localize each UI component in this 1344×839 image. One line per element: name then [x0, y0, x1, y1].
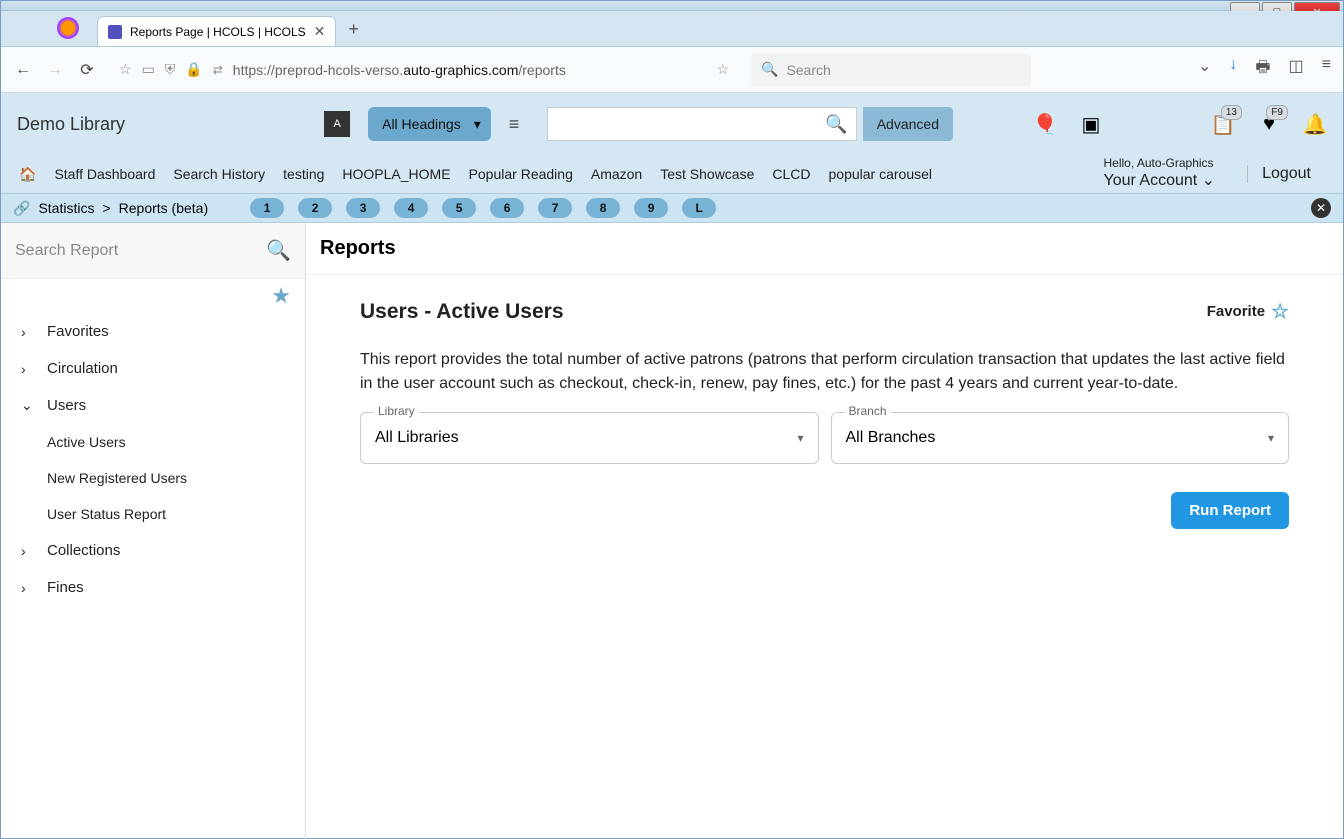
chevron-right-icon: › [21, 580, 33, 596]
pill[interactable]: 5 [442, 198, 476, 218]
search-icon: 🔍 [761, 61, 778, 78]
library-filter[interactable]: Library All Libraries [360, 412, 819, 464]
nav-item[interactable]: CLCD [772, 166, 810, 182]
sidebar-item-active-users[interactable]: Active Users [1, 424, 305, 460]
nav-item[interactable]: HOOPLA_HOME [342, 166, 450, 182]
pill[interactable]: 4 [394, 198, 428, 218]
link-icon: 🔗 [13, 200, 30, 217]
nav-item[interactable]: Test Showcase [660, 166, 754, 182]
nav-item[interactable]: popular carousel [829, 166, 933, 182]
pill[interactable]: 8 [586, 198, 620, 218]
sidebar: Search Report 🔍 ★ ›Favorites ›Circulatio… [1, 223, 306, 839]
bell-icon[interactable]: 🔔 [1301, 110, 1329, 138]
browser-toolbar: ← → ⟳ ☆ ▭ ⛨ 🔒 ⇄ https://preprod-hcols-ve… [1, 47, 1343, 93]
nav-item[interactable]: Popular Reading [469, 166, 573, 182]
section-title: Reports [306, 223, 1343, 275]
sidebar-item-users[interactable]: ⌄Users [1, 387, 305, 424]
chevron-right-icon: › [21, 361, 33, 377]
nav-item[interactable]: Amazon [591, 166, 642, 182]
search-placeholder: Search [786, 62, 830, 78]
browser-tabstrip: Reports Page | HCOLS | HCOLS ✕ + [1, 11, 1343, 47]
language-icon[interactable]: A [324, 111, 350, 137]
run-report-button[interactable]: Run Report [1171, 492, 1289, 529]
menu-icon[interactable]: ≡ [1322, 56, 1331, 83]
bookmark-icon[interactable]: ☆ [119, 61, 132, 78]
sidebar-item-new-registered[interactable]: New Registered Users [1, 460, 305, 496]
pill[interactable]: 2 [298, 198, 332, 218]
list-icon[interactable]: 📋13 [1209, 110, 1237, 138]
url-bar[interactable]: ☆ ▭ ⛨ 🔒 ⇄ https://preprod-hcols-verso.au… [109, 54, 739, 86]
breadcrumb-root[interactable]: Statistics [38, 200, 94, 216]
headings-dropdown[interactable]: All Headings [368, 107, 491, 141]
downloads-icon[interactable]: ↓ [1229, 56, 1237, 83]
back-button[interactable]: ← [13, 61, 33, 79]
print-icon[interactable]: 🖶 [1255, 56, 1270, 83]
sidebar-item-fines[interactable]: ›Fines [1, 569, 305, 606]
catalog-search-input[interactable]: 🔍 [547, 107, 857, 141]
shield-icon: ⛨ [165, 61, 176, 78]
chevron-right-icon: › [21, 324, 33, 340]
tab-favicon-icon [108, 25, 122, 39]
home-icon[interactable]: 🏠 [19, 166, 36, 183]
sidebar-item-user-status[interactable]: User Status Report [1, 496, 305, 532]
pill[interactable]: 6 [490, 198, 524, 218]
firefox-icon [57, 17, 79, 39]
sidebar-item-circulation[interactable]: ›Circulation [1, 350, 305, 387]
app-header: Demo Library A All Headings ≡ 🔍 Advanced… [1, 93, 1343, 155]
lock-icon: 🔒 [185, 61, 202, 78]
chevron-down-icon: ⌄ [21, 397, 33, 414]
account-box[interactable]: Hello, Auto-Graphics Your Account ⌄ [1104, 156, 1216, 192]
close-icon[interactable]: ✕ [1311, 198, 1331, 218]
permissions-icon[interactable]: ⇄ [213, 63, 223, 77]
nav-item[interactable]: Staff Dashboard [54, 166, 155, 182]
window-titlebar [1, 1, 1343, 11]
tab-title: Reports Page | HCOLS | HCOLS [130, 25, 306, 39]
star-icon: ☆ [1271, 299, 1289, 324]
search-report-input[interactable]: Search Report 🔍 [1, 223, 305, 279]
url-text: https://preprod-hcols-verso.auto-graphic… [233, 62, 566, 78]
chevron-right-icon: › [21, 543, 33, 559]
pill[interactable]: 9 [634, 198, 668, 218]
branch-filter[interactable]: Branch All Branches [831, 412, 1290, 464]
heart-icon[interactable]: ♥F9 [1255, 110, 1283, 138]
browser-tab[interactable]: Reports Page | HCOLS | HCOLS ✕ [97, 16, 336, 46]
forward-button[interactable]: → [45, 61, 65, 79]
favorite-toggle[interactable]: Favorite ☆ [1207, 299, 1289, 324]
tab-close-icon[interactable]: ✕ [314, 23, 326, 40]
nav-item[interactable]: Search History [173, 166, 265, 182]
report-description: This report provides the total number of… [360, 348, 1289, 396]
pill[interactable]: L [682, 198, 716, 218]
extension-icon[interactable]: ◫ [1289, 56, 1304, 83]
library-name: Demo Library [9, 114, 125, 135]
browser-search-box[interactable]: 🔍 Search [751, 54, 1031, 86]
page-title: Users - Active Users [360, 300, 564, 324]
database-icon[interactable]: ≡ [509, 114, 531, 135]
toolbar-icons: ⌄ ↓ 🖶 ◫ ≡ [1198, 56, 1331, 83]
search-icon[interactable]: 🔍 [825, 114, 847, 135]
advanced-search-button[interactable]: Advanced [863, 107, 953, 141]
breadcrumb-bar: 🔗 Statistics > Reports (beta) 1 2 3 4 5 … [1, 193, 1343, 223]
bookmark-star-icon[interactable]: ☆ [716, 61, 729, 78]
chevron-down-icon: ⌄ [1202, 172, 1215, 189]
catalog-icon[interactable]: ▣ [1077, 110, 1105, 138]
search-icon[interactable]: 🔍 [266, 238, 291, 263]
reload-button[interactable]: ⟳ [77, 60, 97, 80]
breadcrumb-leaf[interactable]: Reports (beta) [119, 200, 208, 216]
favorite-star[interactable]: ★ [1, 279, 305, 313]
pill[interactable]: 7 [538, 198, 572, 218]
sidebar-item-collections[interactable]: ›Collections [1, 532, 305, 569]
content: Reports Users - Active Users Favorite ☆ … [306, 223, 1343, 839]
clipboard-icon[interactable]: ▭ [142, 61, 155, 78]
pill[interactable]: 3 [346, 198, 380, 218]
new-tab-button[interactable]: + [348, 19, 359, 40]
pill[interactable]: 1 [250, 198, 284, 218]
greeting-text: Hello, Auto-Graphics [1104, 156, 1216, 172]
sidebar-item-favorites[interactable]: ›Favorites [1, 313, 305, 350]
nav-item[interactable]: testing [283, 166, 324, 182]
pocket-icon[interactable]: ⌄ [1198, 56, 1211, 83]
nav-menu: 🏠 Staff Dashboard Search History testing… [1, 155, 1343, 193]
main-area: Search Report 🔍 ★ ›Favorites ›Circulatio… [1, 223, 1343, 839]
balloon-icon[interactable]: 🎈 [1031, 110, 1059, 138]
logout-link[interactable]: Logout [1247, 165, 1311, 183]
